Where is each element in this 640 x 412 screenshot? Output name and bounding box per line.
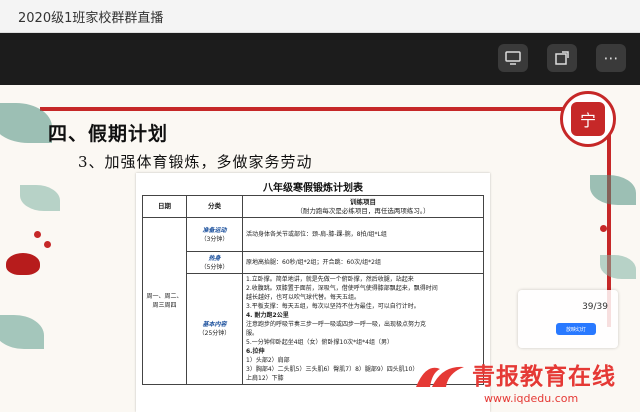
- plan-title: 八年级寒假锻炼计划表: [263, 183, 363, 194]
- main-time: （25分钟）: [198, 330, 231, 337]
- berry-decoration: [34, 231, 41, 238]
- slide-border-top: [40, 107, 610, 111]
- stretch-time: （5分钟）: [200, 263, 229, 271]
- warmup-content: 活动身体各关节或部位：颈-肩-膝-踝-腕，8拍/组*L组: [242, 217, 484, 252]
- page-counter: 39/39: [582, 302, 608, 312]
- table-row: 周一、周二、周三周四 准备运动 （3分钟） 活动身体各关节或部位：颈-肩-膝-踝…: [142, 217, 484, 385]
- category-main: 基本内容 （25分钟）: [186, 273, 243, 385]
- header-category: 分类: [186, 195, 243, 218]
- leaf-decoration: [590, 175, 636, 205]
- berry-decoration: [44, 241, 51, 248]
- leaf-decoration: [0, 315, 44, 349]
- slide-nav-popup: 39/39 放映幻灯: [518, 290, 618, 348]
- more-icon: ⋯: [603, 49, 619, 67]
- bird-icon: [6, 253, 40, 275]
- window-titlebar: 2020级1班家校群群直播: [0, 0, 640, 33]
- warmup-time: （3分钟）: [200, 235, 229, 243]
- main-label: 基本内容: [202, 321, 227, 328]
- main-line: 4. 耐力跑2公里: [246, 312, 289, 319]
- header-content: 训练项目 （耐力跑每次是必练项目，再任选两项练习。）: [242, 195, 484, 218]
- school-seal-logo: 宁: [560, 91, 616, 147]
- header-note: （耐力跑每次是必练项目，再任选两项练习。）: [296, 206, 430, 215]
- warmup-label: 准备运动: [202, 226, 227, 234]
- popout-icon: [555, 51, 569, 65]
- category-stretch: 热身 （5分钟）: [186, 251, 243, 274]
- table-row: 日期 分类 训练项目 （耐力跑每次是必练项目，再任选两项练习。）: [142, 195, 484, 218]
- stretch-content: 原地高抬腿：60秒/组*2组；开合跳：60次/组*2组: [242, 251, 484, 274]
- leaf-decoration: [20, 185, 60, 211]
- window-title: 2020级1班家校群群直播: [18, 11, 164, 26]
- main-line: 1.立卧撑。简单地讲，就是先做一个俯卧撑，然后收腿，站起来: [246, 276, 414, 283]
- table-row: 热身 （5分钟） 原地高抬腿：60秒/组*2组；开合跳：60次/组*2组: [143, 251, 484, 274]
- popout-button[interactable]: [547, 44, 577, 72]
- share-screen-icon: [505, 51, 521, 65]
- more-button[interactable]: ⋯: [596, 44, 626, 72]
- header-date: 日期: [142, 195, 187, 218]
- newspaper-logo-icon: [416, 366, 464, 387]
- berry-decoration: [600, 225, 607, 232]
- main-line: 服。: [246, 330, 259, 337]
- watermark: 青报教育在线 www.iqdedu.com: [412, 355, 640, 412]
- header-content-label: 训练项目: [350, 197, 376, 206]
- live-control-bar: [0, 33, 640, 85]
- main-line: 注意跑步的呼吸节奏三步一呼一吸或四步一呼一吸，出现极点努力克: [246, 321, 427, 328]
- category-warmup: 准备运动 （3分钟）: [186, 217, 243, 252]
- watermark-brand: 青报教育在线: [472, 363, 616, 390]
- main-line: 5.一分钟仰卧起坐4组（女）俯卧撑10次*组*4组（男）: [246, 339, 393, 346]
- seal-mark: 宁: [571, 102, 605, 136]
- stretch-label: 热身: [208, 254, 221, 262]
- main-line: 3.平板支撑：每天五组，每次以坚持不住为最佳，可以自行计时。: [246, 303, 420, 310]
- main-line: 2.收腹跳。双膝置于面前，深吸气，借使呼气使得膝部飘起来，飘得时间: [246, 285, 438, 292]
- leaf-decoration: [600, 255, 636, 279]
- watermark-url: www.iqdedu.com: [484, 392, 579, 405]
- share-screen-button[interactable]: [498, 44, 528, 72]
- play-slides-button[interactable]: 放映幻灯: [556, 323, 596, 335]
- main-line: 越长越好，也可以吹气球代替。每天五组。: [246, 294, 361, 301]
- date-cell: 周一、周二、周三周四: [142, 217, 187, 385]
- slide-subheading: 3、加强体育锻炼，多做家务劳动: [78, 153, 313, 171]
- slide-heading: 四、假期计划: [48, 123, 169, 145]
